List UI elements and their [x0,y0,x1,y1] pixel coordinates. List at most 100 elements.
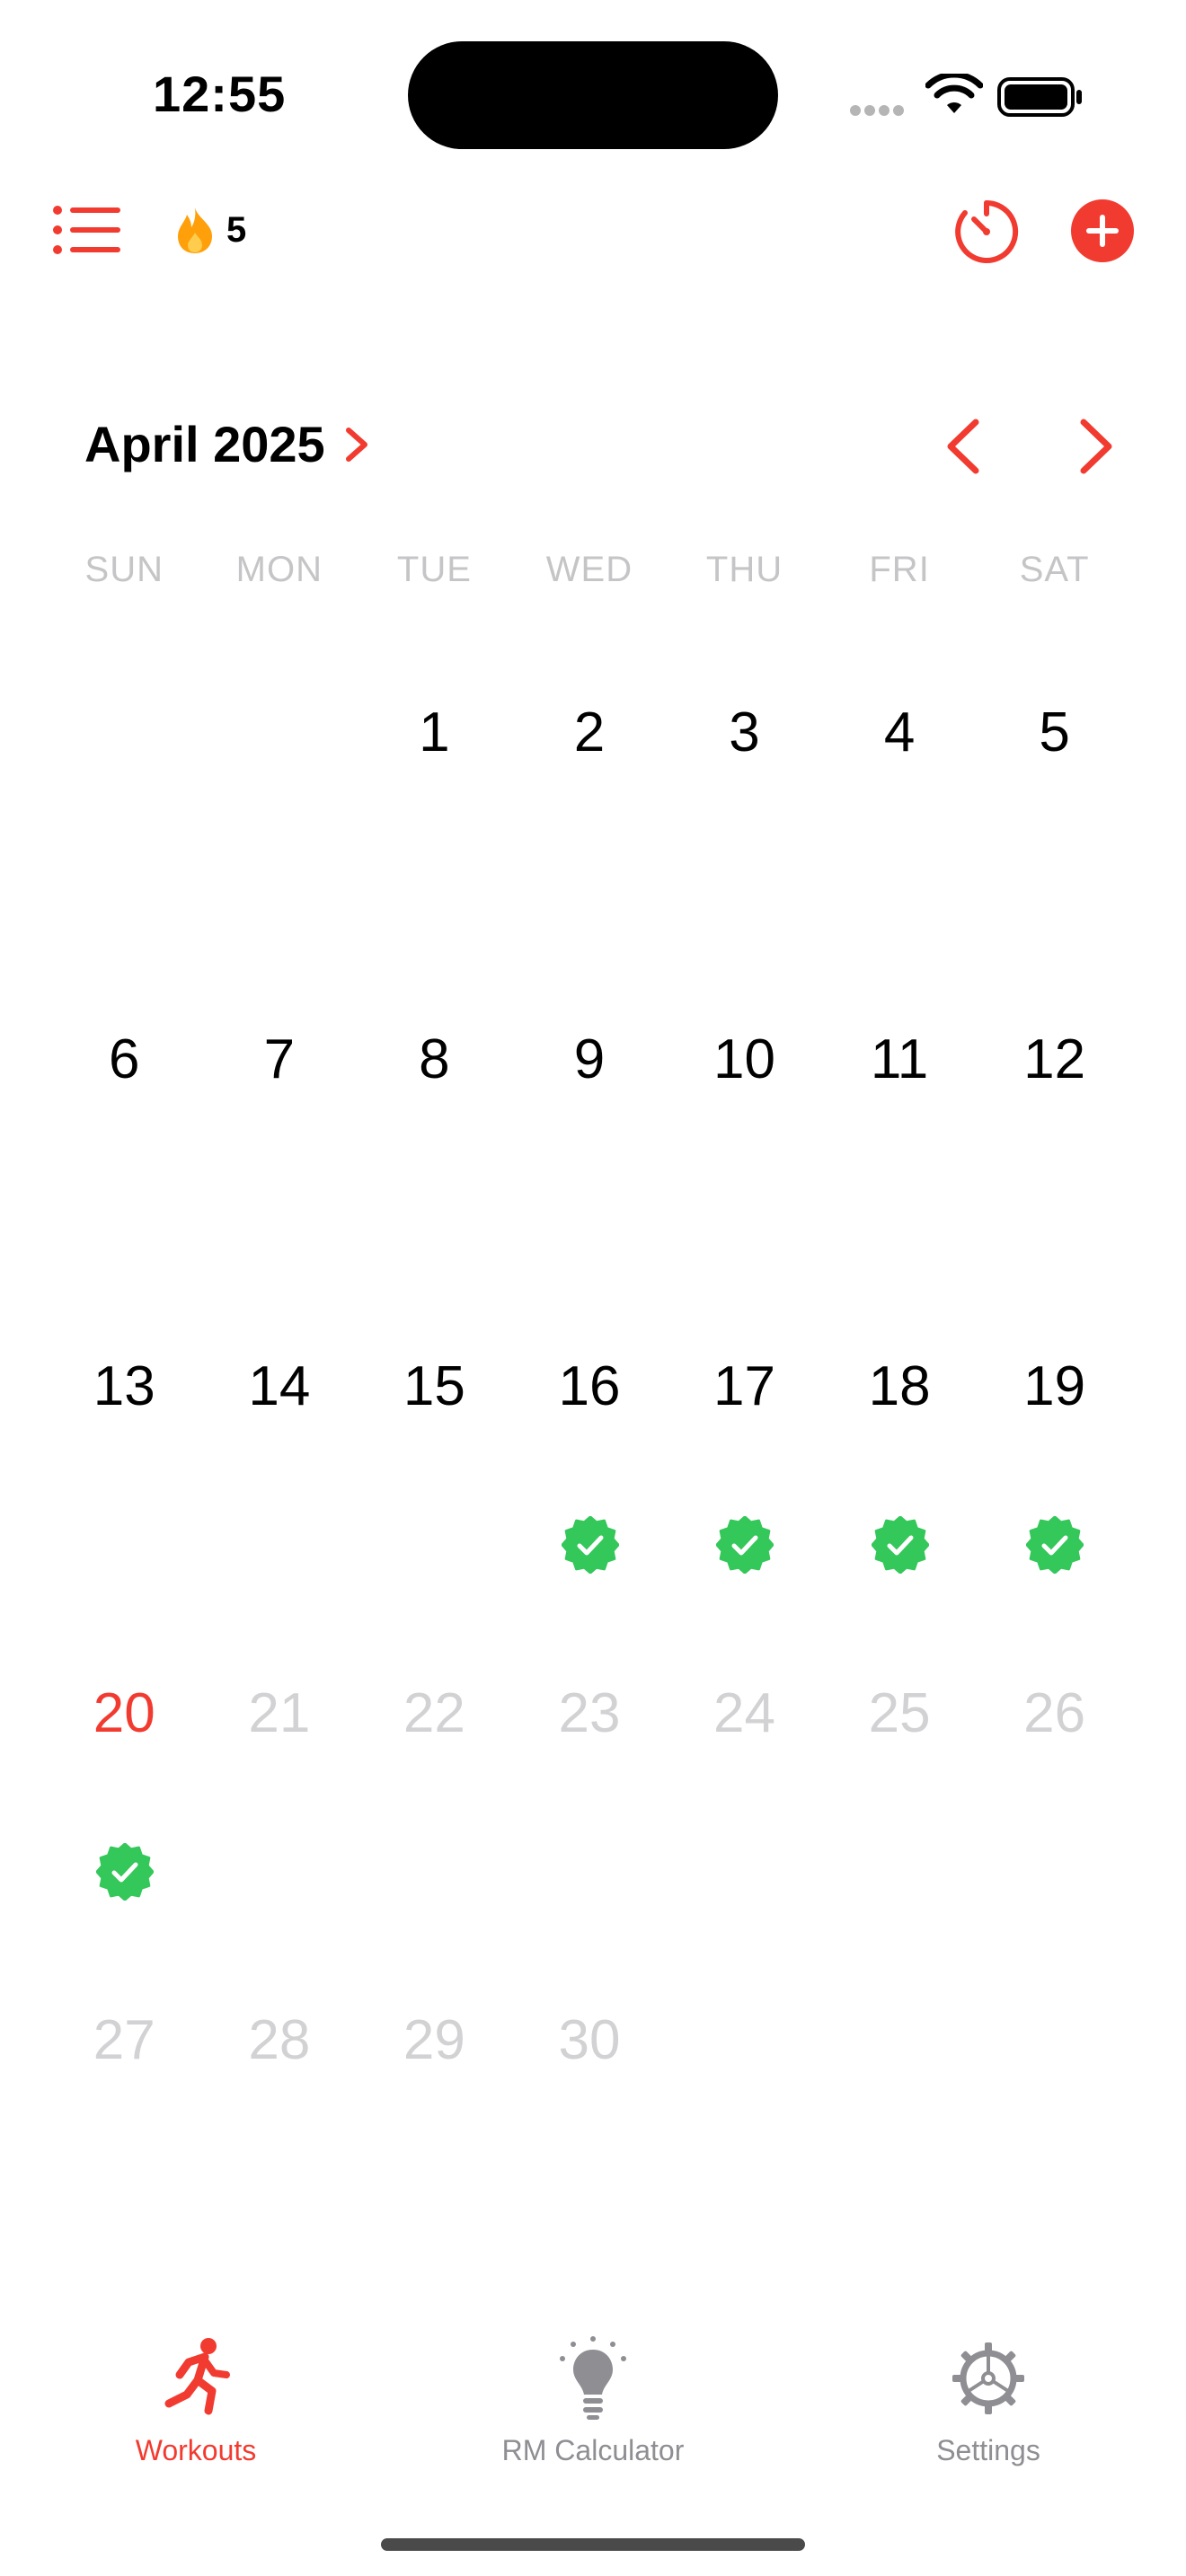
day-number: 7 [263,1028,296,1090]
tab-workouts[interactable]: Workouts [52,2335,340,2467]
tab-settings-label: Settings [936,2434,1040,2466]
flame-icon [178,207,212,253]
day-number: 25 [868,1682,931,1744]
calendar-week-row: 6 7 8 9 10 11 12 [47,981,1132,1308]
calendar-day[interactable]: 18 [822,1308,978,1635]
tab-workouts-label: Workouts [135,2434,257,2466]
weekday-sat: SAT [1019,550,1090,589]
calendar-day[interactable]: 29 [357,1962,512,2289]
add-workout-button[interactable] [1071,199,1134,262]
day-number: 10 [713,1028,776,1090]
day-number: 30 [558,2009,621,2071]
day-number: 26 [1023,1682,1086,1744]
calendar-day[interactable]: 1 [357,654,512,981]
calendar-day[interactable]: 19 [977,1308,1132,1635]
completed-checkmark-badge-icon [871,1516,929,1574]
day-number: 23 [558,1682,621,1744]
completed-checkmark-badge-icon [561,1516,619,1574]
day-number: 5 [1039,701,1070,763]
day-number: 14 [248,1355,311,1417]
calendar-day[interactable]: 9 [512,981,668,1308]
calendar-empty-cell [977,1962,1132,2289]
calendar-empty-cell [47,654,202,981]
day-number: 4 [883,701,916,763]
calendar-week-row: 20 21 22 23 24 25 26 [47,1635,1132,1962]
calendar-day[interactable]: 26 [977,1635,1132,1962]
lightbulb-icon [560,2336,626,2420]
day-number: 27 [93,2009,155,2071]
day-number: 22 [403,1682,465,1744]
calendar-day[interactable]: 3 [667,654,822,981]
cellular-signal-icon [850,104,907,120]
calendar-day[interactable]: 12 [977,981,1132,1308]
month-label: April 2025 [84,416,325,472]
completed-checkmark-badge-icon [716,1516,774,1574]
weekday-sun: SUN [84,550,164,589]
calendar-day[interactable]: 8 [357,981,512,1308]
calendar-grid: 1 2 3 4 5 6 7 8 9 10 11 12 13 14 15 16 17 18 19 20 21 22 23 24 2… [47,654,1132,2289]
day-number: 16 [558,1355,621,1417]
wifi-icon [925,74,983,113]
weekday-wed: WED [545,550,633,589]
weekday-thu: THU [705,550,783,589]
tab-rm-calculator-label: RM Calculator [501,2434,685,2466]
day-number: 1 [419,701,450,763]
plus-icon [1086,215,1119,247]
day-number: 3 [729,701,760,763]
weekday-mon: MON [235,550,323,589]
weekday-tue: TUE [396,550,472,589]
calendar-day[interactable]: 28 [202,1962,358,2289]
calendar-day[interactable]: 25 [822,1635,978,1962]
day-number: 19 [1023,1355,1086,1417]
calendar-day[interactable]: 16 [512,1308,668,1635]
calendar-day[interactable]: 24 [667,1635,822,1962]
calendar-day[interactable]: 22 [357,1635,512,1962]
calendar-day[interactable]: 27 [47,1962,202,2289]
calendar-day[interactable]: 5 [977,654,1132,981]
day-number: 6 [109,1028,140,1090]
streak-indicator[interactable]: 5 [176,201,246,259]
day-number: 28 [248,2009,311,2071]
calendar-day[interactable]: 10 [667,981,822,1308]
running-figure-icon [164,2338,230,2415]
day-number: 29 [403,2009,465,2071]
timer-button[interactable] [952,198,1021,266]
day-number: 18 [868,1355,931,1417]
calendar-day[interactable]: 21 [202,1635,358,1962]
calendar-day[interactable]: 15 [357,1308,512,1635]
calendar-day[interactable]: 6 [47,981,202,1308]
previous-month-button[interactable] [943,417,983,476]
calendar-day[interactable]: 14 [202,1308,358,1635]
calendar-day[interactable]: 13 [47,1308,202,1635]
month-title[interactable]: April 2025 [84,415,370,473]
tab-rm-calculator[interactable]: RM Calculator [449,2335,737,2467]
calendar-empty-cell [202,654,358,981]
calendar-day[interactable]: 30 [512,1962,668,2289]
calendar-week-row: 13 14 15 16 17 18 19 [47,1308,1132,1635]
calendar-day[interactable]: 2 [512,654,668,981]
tab-settings[interactable]: Settings [845,2335,1132,2467]
calendar-day-today[interactable]: 20 [47,1635,202,1962]
home-indicator[interactable] [381,2538,805,2551]
calendar-day[interactable]: 7 [202,981,358,1308]
calendar-day[interactable]: 17 [667,1308,822,1635]
calendar-day[interactable]: 4 [822,654,978,981]
status-time: 12:55 [153,66,287,122]
gear-icon [952,2342,1024,2414]
streak-count: 5 [226,209,247,250]
day-number: 15 [403,1355,465,1417]
day-number: 11 [870,1028,929,1090]
day-number: 24 [713,1682,776,1744]
completed-checkmark-badge-icon [1026,1516,1084,1574]
next-month-button[interactable] [1076,417,1116,476]
day-number: 2 [573,701,606,763]
day-number: 8 [419,1028,450,1090]
day-number: 9 [573,1028,606,1090]
calendar-week-row: 1 2 3 4 5 [47,654,1132,981]
calendar-day[interactable]: 23 [512,1635,668,1962]
calendar-day[interactable]: 11 [822,981,978,1308]
day-number: 12 [1023,1028,1086,1090]
list-menu-button[interactable] [52,203,122,257]
calendar-empty-cell [667,1962,822,2289]
calendar-empty-cell [822,1962,978,2289]
